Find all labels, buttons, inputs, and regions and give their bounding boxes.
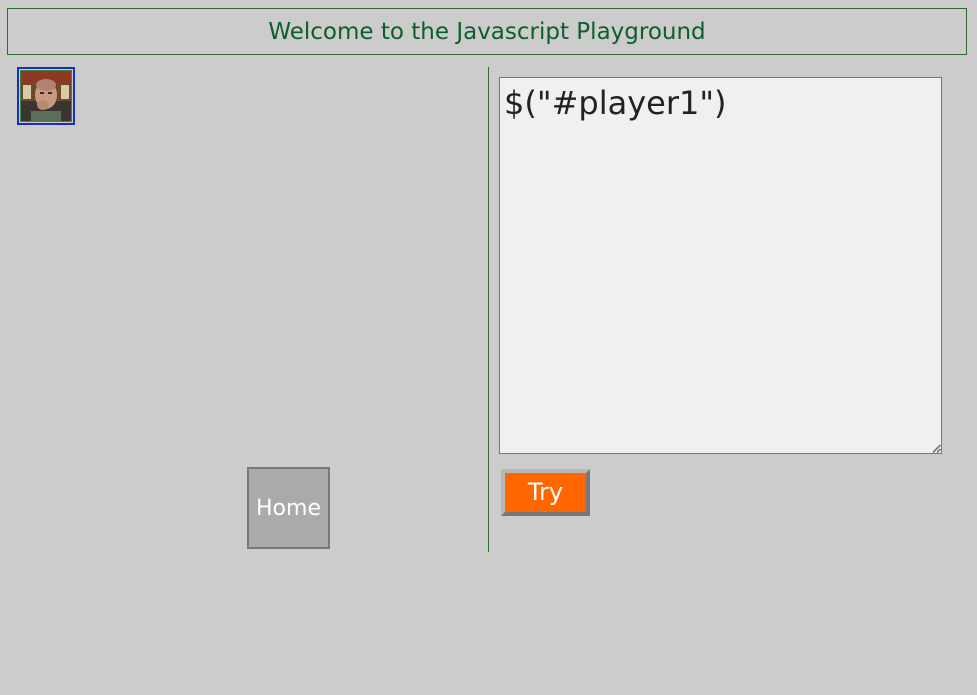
home-button[interactable]: Home	[247, 467, 330, 549]
try-button-label: Try	[527, 477, 564, 506]
column-divider	[488, 67, 489, 552]
player-avatar[interactable]	[17, 67, 75, 125]
page-title-text: Welcome to the Javascript Playground	[268, 18, 706, 45]
try-button[interactable]: Try	[501, 469, 590, 516]
code-editor[interactable]	[499, 77, 942, 454]
person-photo-icon	[20, 70, 72, 122]
page-title: Welcome to the Javascript Playground	[7, 8, 967, 55]
home-button-label: Home	[256, 495, 321, 521]
